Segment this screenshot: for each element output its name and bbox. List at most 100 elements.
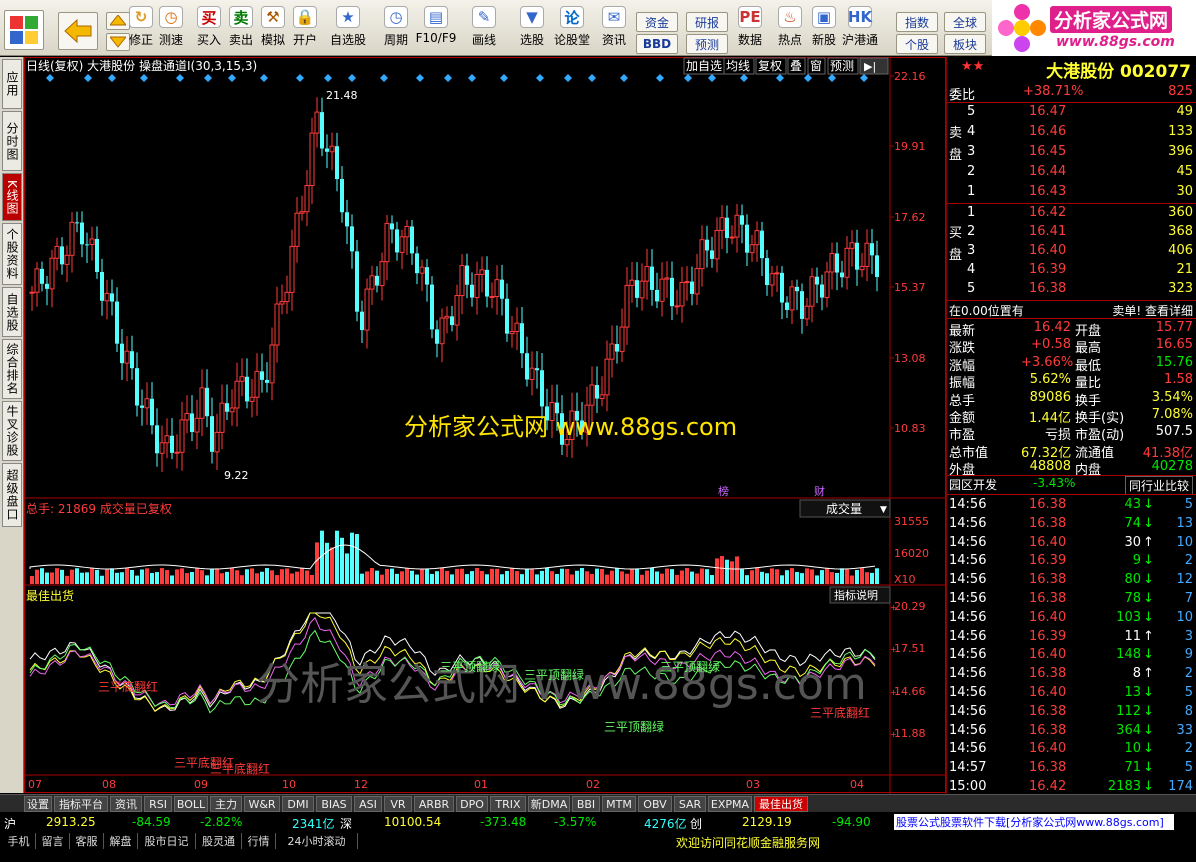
toolbar-button-11[interactable]: 论论股堂	[550, 6, 594, 54]
indicator-tab-18[interactable]: SAR	[674, 796, 706, 812]
header-button-1[interactable]: 均线	[726, 59, 750, 73]
indicator-tab-14[interactable]: 新DMA	[528, 796, 570, 812]
arrow-down-icon: ↓	[1143, 760, 1154, 776]
volume-bar	[520, 574, 524, 584]
header-button-3[interactable]: 叠	[790, 59, 802, 73]
stat-value-2: 3.54%	[1151, 389, 1193, 405]
toolbar-button-9[interactable]: ✎ 画线	[462, 6, 506, 54]
indicator-tab-0[interactable]: 设置	[24, 796, 52, 812]
header-button-4[interactable]: 窗	[810, 59, 822, 73]
signal-label: 三平顶翻绿	[660, 659, 720, 674]
indicator-tab-19[interactable]: EXPMA	[708, 796, 752, 812]
toolbar-button-7[interactable]: ◷ 周期	[374, 6, 418, 54]
header-button-5[interactable]: 预测	[830, 59, 854, 73]
indicator-help-label[interactable]: 指标说明	[834, 588, 878, 602]
star-icon: ★★	[961, 59, 985, 74]
left-tab-6[interactable]: 牛叉诊股	[2, 401, 22, 461]
ad-banner[interactable]: 股票公式股票软件下载[分析家公式网www.88gs.com]	[894, 814, 1174, 830]
indicator-tab-16[interactable]: MTM	[602, 796, 636, 812]
ask-volume: 30	[1176, 184, 1193, 199]
candle-body	[540, 370, 544, 407]
left-tab-1[interactable]: 分时图	[2, 111, 22, 171]
candle-body	[824, 271, 830, 299]
sh-amount: 2341亿	[292, 817, 335, 831]
tick-price: 16.39	[1029, 553, 1067, 569]
stock-button[interactable]: 个股	[896, 34, 938, 54]
candle-body	[599, 394, 605, 400]
indicator-tab-9[interactable]: ASI	[354, 796, 382, 812]
back-arrow-icon[interactable]	[58, 12, 98, 50]
volume-bar	[205, 575, 209, 584]
index-button[interactable]: 指数	[896, 12, 938, 32]
weibi-row: 委比 +38.71% 825	[947, 83, 1196, 103]
global-button[interactable]: 全球	[944, 12, 986, 32]
sector-name[interactable]: 园区开发	[949, 476, 997, 493]
indicator-tab-20[interactable]: 最佳出货	[754, 796, 808, 812]
indicator-tab-15[interactable]: BBI	[572, 796, 600, 812]
indicator-tab-12[interactable]: DPO	[456, 796, 488, 812]
notice-link[interactable]: 卖单! 查看详细	[1112, 302, 1193, 319]
indicator-tab-17[interactable]: OBV	[638, 796, 672, 812]
left-tab-4[interactable]: 自选股	[2, 287, 22, 337]
toolbar-button-8[interactable]: ▤ F10/F9	[414, 6, 458, 54]
status-link-6[interactable]: 行情	[242, 833, 276, 849]
left-tab-7[interactable]: 超级盘口	[2, 463, 22, 527]
volume-bar	[355, 534, 359, 584]
status-link-3[interactable]: 解盘	[104, 833, 138, 849]
toolbar-button-13[interactable]: PE 数据	[728, 6, 772, 54]
bbd-button[interactable]: BBD	[636, 34, 678, 54]
toolbar-button-4[interactable]: ⚒ 模拟	[258, 6, 288, 54]
volume-bar	[495, 568, 499, 584]
indicator-tab-1[interactable]: 指标平台	[54, 796, 108, 812]
status-link-0[interactable]: 手机	[2, 833, 36, 849]
indicator-tab-7[interactable]: DMI	[282, 796, 314, 812]
indicator-tab-3[interactable]: RSI	[144, 796, 172, 812]
sector-button[interactable]: 板块	[944, 34, 986, 54]
toolbar-button-2[interactable]: 买买入	[194, 6, 224, 54]
toolbar-button-0[interactable]: ↻ 修正	[126, 6, 156, 54]
toolbar-button-1[interactable]: ◷ 测速	[156, 6, 186, 54]
tick-volume: 30	[1124, 534, 1141, 550]
indicator-tab-6[interactable]: W&R	[244, 796, 280, 812]
indicator-tab-10[interactable]: VR	[384, 796, 412, 812]
ask-price: 16.44	[1029, 164, 1067, 179]
toolbar-button-6[interactable]: ★ 自选股	[326, 6, 370, 54]
indicator-tab-4[interactable]: BOLL	[174, 796, 208, 812]
header-button-2[interactable]: 复权	[758, 59, 782, 73]
peer-compare-button[interactable]: 同行业比较	[1124, 476, 1193, 495]
tick-row: 14:56 16.38 80 ↓ 12	[947, 571, 1196, 590]
event-marker[interactable]: 榜	[718, 484, 729, 498]
price-tick-label: 17.62	[894, 211, 926, 224]
event-marker[interactable]: 财	[814, 484, 825, 498]
left-tab-3[interactable]: 个股资料	[2, 223, 22, 285]
toolbar-button-3[interactable]: 卖卖出	[226, 6, 256, 54]
indicator-tab-8[interactable]: BIAS	[316, 796, 352, 812]
candle-body	[604, 358, 610, 396]
left-tab-0[interactable]: 应用	[2, 59, 22, 109]
status-link-5[interactable]: 股灵通	[196, 833, 242, 849]
indicator-tab-11[interactable]: ARBR	[414, 796, 454, 812]
toolbar-button-5[interactable]: 🔒 开户	[290, 6, 320, 54]
volume-dropdown-label[interactable]: 成交量	[826, 501, 862, 516]
pen-icon: ✎	[472, 6, 496, 28]
research-button[interactable]: 研报	[686, 12, 728, 32]
status-link-7[interactable]: 24小时滚动	[276, 833, 358, 849]
tick-time: 14:56	[949, 685, 987, 700]
status-link-1[interactable]: 留言	[36, 833, 70, 849]
indicator-tab-5[interactable]: 主力	[210, 796, 242, 812]
candle-body	[120, 343, 124, 364]
indicator-tab-2[interactable]: 资讯	[110, 796, 142, 812]
toolbar-button-16[interactable]: HK 沪港通	[838, 6, 882, 54]
kline-chart-area[interactable]: 日线(复权) 大港股份 操盘通道Ⅰ(30,3,15,3) 加自选 均线 复权叠窗预测 ▶…	[24, 57, 946, 794]
left-tab-2[interactable]: K线图	[2, 173, 22, 221]
header-button-0[interactable]: 加自选	[686, 59, 722, 73]
indicator-tab-13[interactable]: TRIX	[490, 796, 526, 812]
toolbar-button-12[interactable]: ✉ 资讯	[592, 6, 636, 54]
status-link-2[interactable]: 客服	[70, 833, 104, 849]
grid-icon[interactable]	[4, 10, 44, 50]
status-link-4[interactable]: 股市日记	[138, 833, 196, 849]
toolbar-button-10[interactable]: ▼ 选股	[510, 6, 554, 54]
left-tab-5[interactable]: 综合排名	[2, 339, 22, 399]
fund-button[interactable]: 资金	[636, 12, 678, 32]
forecast-button[interactable]: 预测	[686, 34, 728, 54]
